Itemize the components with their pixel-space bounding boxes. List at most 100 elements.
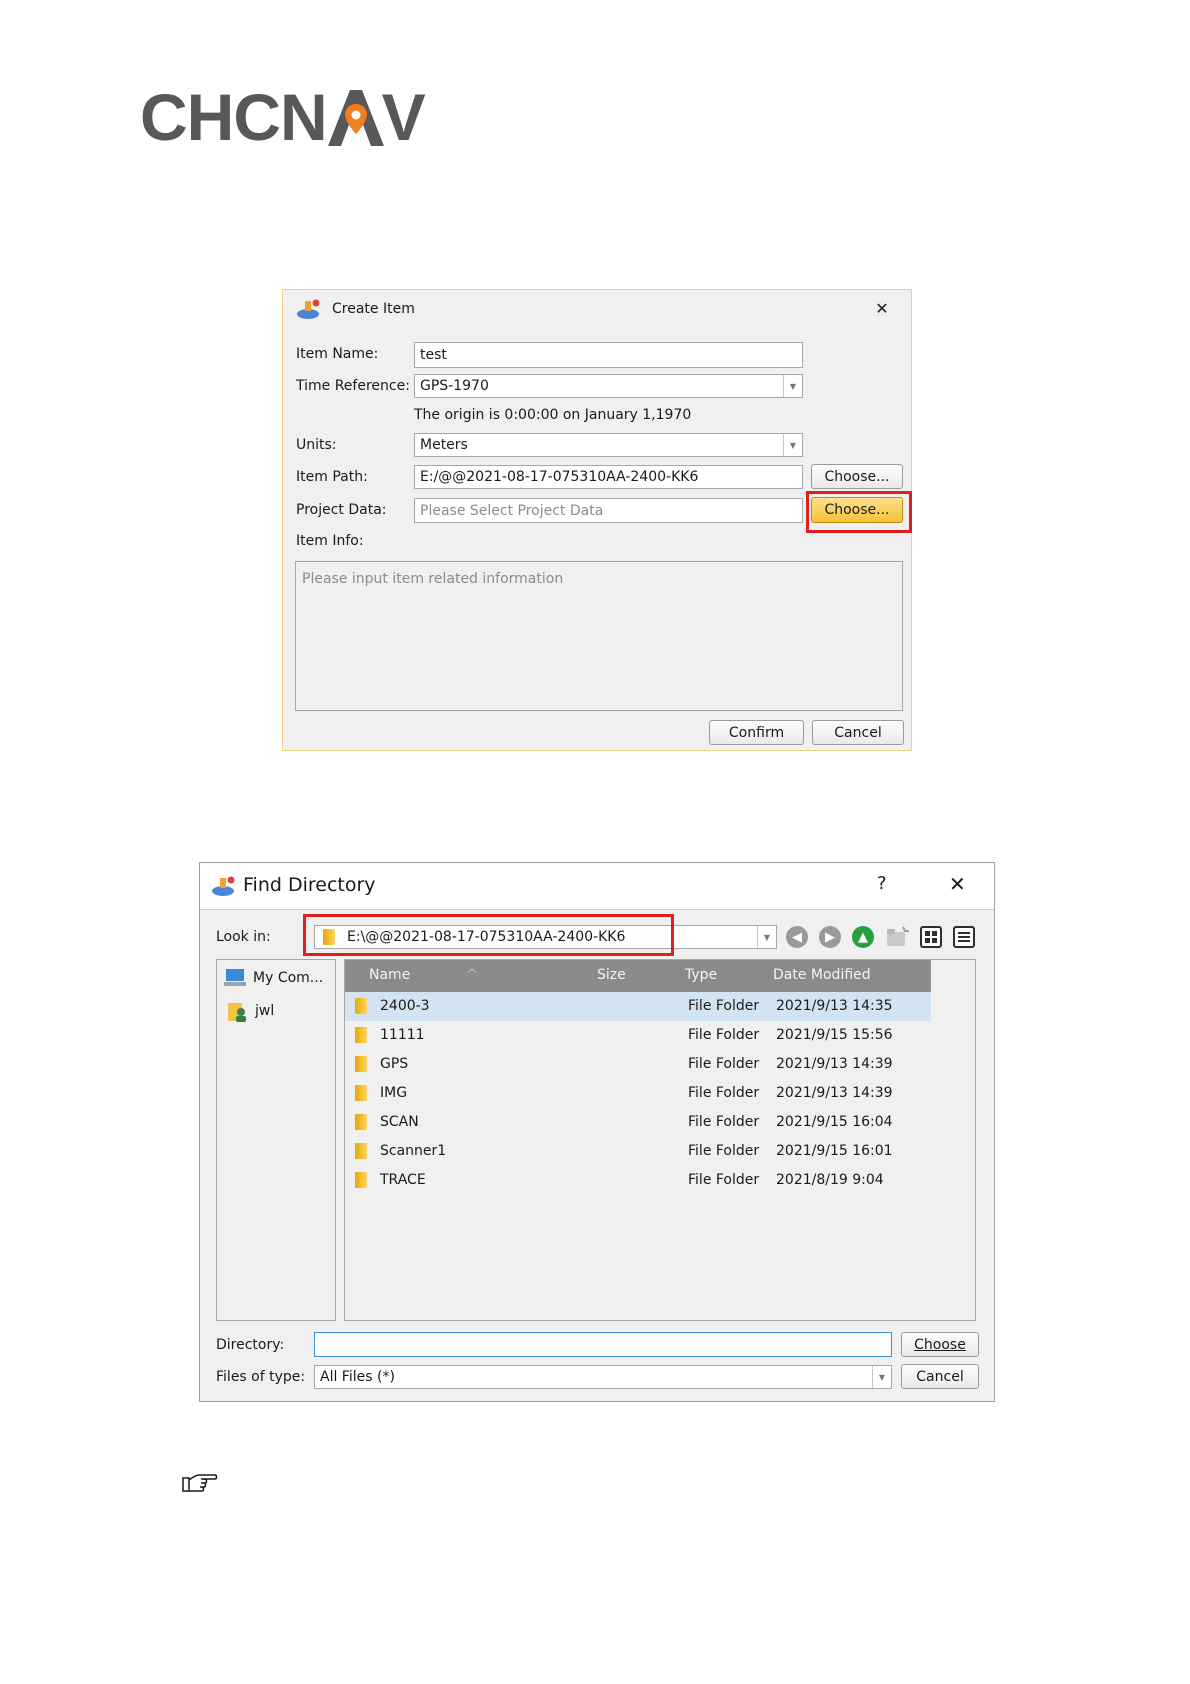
item-name-input[interactable]: test xyxy=(414,342,803,368)
computer-icon xyxy=(224,968,246,986)
project-data-placeholder: Please Select Project Data xyxy=(420,502,604,519)
time-reference-label: Time Reference: xyxy=(296,378,410,394)
time-reference-value: GPS-1970 xyxy=(420,378,489,394)
up-folder-icon[interactable]: ▲ xyxy=(852,926,874,948)
row-date: 2021/9/13 14:39 xyxy=(776,1085,893,1101)
forward-icon[interactable]: ▶ xyxy=(819,926,841,948)
item-name-label: Item Name: xyxy=(296,346,379,362)
row-type: File Folder xyxy=(688,1172,760,1188)
row-name: GPS xyxy=(380,1056,409,1072)
time-origin-note: The origin is 0:00:00 on January 1,1970 xyxy=(414,407,692,423)
file-list: Name ︿ Size Type Date Modified 2400-3 Fi… xyxy=(344,959,976,1321)
row-name: SCAN xyxy=(380,1114,419,1130)
item-name-value: test xyxy=(420,347,447,363)
places-sidebar: My Com... jwl xyxy=(216,959,336,1321)
folder-icon xyxy=(355,998,367,1014)
row-date: 2021/9/13 14:35 xyxy=(776,998,893,1014)
row-name: IMG xyxy=(380,1085,408,1101)
units-select[interactable]: Meters ▼ xyxy=(414,433,803,457)
files-of-type-label: Files of type: xyxy=(216,1369,306,1385)
item-info-label: Item Info: xyxy=(296,533,364,549)
time-reference-select[interactable]: GPS-1970 ▼ xyxy=(414,374,803,398)
row-type: File Folder xyxy=(688,998,760,1014)
files-of-type-value: All Files (*) xyxy=(320,1369,395,1385)
table-row[interactable]: Scanner1 File Folder 2021/9/15 16:01 xyxy=(345,1137,931,1166)
units-label: Units: xyxy=(296,437,337,453)
folder-icon xyxy=(355,1085,367,1101)
item-info-textarea[interactable]: Please input item related information xyxy=(295,561,903,711)
project-data-label: Project Data: xyxy=(296,502,387,518)
chevron-down-icon[interactable]: ▼ xyxy=(783,375,802,397)
sidebar-item-jwl[interactable]: jwl xyxy=(227,996,333,1025)
column-header-type[interactable]: Type xyxy=(685,967,717,983)
sidebar-item-label: jwl xyxy=(255,1002,275,1019)
row-date: 2021/9/15 15:56 xyxy=(776,1027,893,1043)
chevron-down-icon[interactable]: ▼ xyxy=(757,926,776,948)
item-path-value: E:/@@2021-08-17-075310AA-2400-KK6 xyxy=(420,469,699,485)
help-button[interactable]: ? xyxy=(877,873,887,894)
highlight-box xyxy=(303,914,674,956)
sidebar-item-label: My Com... xyxy=(253,969,324,986)
choose-button[interactable]: Choose xyxy=(901,1332,979,1357)
detail-view-icon[interactable] xyxy=(953,926,975,948)
files-of-type-select[interactable]: All Files (*) ▼ xyxy=(314,1365,892,1389)
row-date: 2021/9/15 16:01 xyxy=(776,1143,893,1159)
table-row[interactable]: IMG File Folder 2021/9/13 14:39 xyxy=(345,1079,931,1108)
table-row[interactable]: TRACE File Folder 2021/8/19 9:04 xyxy=(345,1166,931,1195)
project-data-choose-button[interactable]: Choose... xyxy=(811,497,903,523)
table-row[interactable]: 11111 File Folder 2021/9/15 15:56 xyxy=(345,1021,931,1050)
row-type: File Folder xyxy=(688,1114,760,1130)
column-header-name[interactable]: Name xyxy=(369,967,410,983)
user-folder-icon xyxy=(228,1002,246,1022)
row-name: 11111 xyxy=(380,1027,425,1043)
folder-icon xyxy=(355,1027,367,1043)
table-row[interactable]: GPS File Folder 2021/9/13 14:39 xyxy=(345,1050,931,1079)
list-view-icon[interactable] xyxy=(920,926,942,948)
cancel-button[interactable]: Cancel xyxy=(812,720,904,745)
back-icon[interactable]: ◀ xyxy=(786,926,808,948)
confirm-button[interactable]: Confirm xyxy=(709,720,804,745)
table-row[interactable]: 2400-3 File Folder 2021/9/13 14:35 xyxy=(345,992,931,1021)
create-item-dialog: Create Item ✕ Item Name: test Time Refer… xyxy=(282,289,912,751)
folder-icon xyxy=(355,1172,367,1188)
folder-icon xyxy=(355,1114,367,1130)
cancel-button[interactable]: Cancel xyxy=(901,1364,979,1389)
close-icon[interactable]: ✕ xyxy=(949,872,966,896)
row-type: File Folder xyxy=(688,1027,760,1043)
dialog-title: Create Item xyxy=(332,301,415,317)
row-type: File Folder xyxy=(688,1056,760,1072)
row-type: File Folder xyxy=(688,1143,760,1159)
chevron-down-icon[interactable]: ▼ xyxy=(783,434,802,456)
column-header-size[interactable]: Size xyxy=(597,967,626,983)
folder-icon xyxy=(355,1143,367,1159)
project-data-input[interactable]: Please Select Project Data xyxy=(414,498,803,523)
item-path-input[interactable]: E:/@@2021-08-17-075310AA-2400-KK6 xyxy=(414,465,803,489)
find-directory-dialog: Find Directory ? ✕ Look in: E:\@@2021-08… xyxy=(199,862,995,1402)
column-header-date[interactable]: Date Modified xyxy=(773,967,871,983)
close-icon[interactable]: ✕ xyxy=(871,297,893,319)
row-date: 2021/8/19 9:04 xyxy=(776,1172,884,1188)
app-icon xyxy=(297,299,320,319)
units-value: Meters xyxy=(420,437,468,453)
file-rows: 2400-3 File Folder 2021/9/13 14:35 11111… xyxy=(345,992,931,1195)
logo-text-right: V xyxy=(381,80,426,154)
chcnav-logo: CHCN V xyxy=(140,80,426,154)
row-date: 2021/9/15 16:04 xyxy=(776,1114,893,1130)
chevron-down-icon[interactable]: ▼ xyxy=(872,1366,891,1388)
sort-ascending-icon: ︿ xyxy=(467,964,477,975)
logo-a-icon xyxy=(327,90,384,146)
row-type: File Folder xyxy=(688,1085,760,1101)
pointing-hand-icon xyxy=(182,1474,218,1492)
row-date: 2021/9/13 14:39 xyxy=(776,1056,893,1072)
dialog-title: Find Directory xyxy=(243,874,376,896)
item-info-placeholder: Please input item related information xyxy=(302,571,564,587)
app-icon xyxy=(212,876,235,896)
directory-label: Directory: xyxy=(216,1337,285,1353)
row-name: Scanner1 xyxy=(380,1143,447,1159)
table-row[interactable]: SCAN File Folder 2021/9/15 16:04 xyxy=(345,1108,931,1137)
row-name: TRACE xyxy=(380,1172,426,1188)
sidebar-item-my-computer[interactable]: My Com... xyxy=(223,963,333,992)
item-path-choose-button[interactable]: Choose... xyxy=(811,464,903,489)
directory-input[interactable] xyxy=(314,1332,892,1357)
new-folder-icon[interactable] xyxy=(885,925,909,949)
